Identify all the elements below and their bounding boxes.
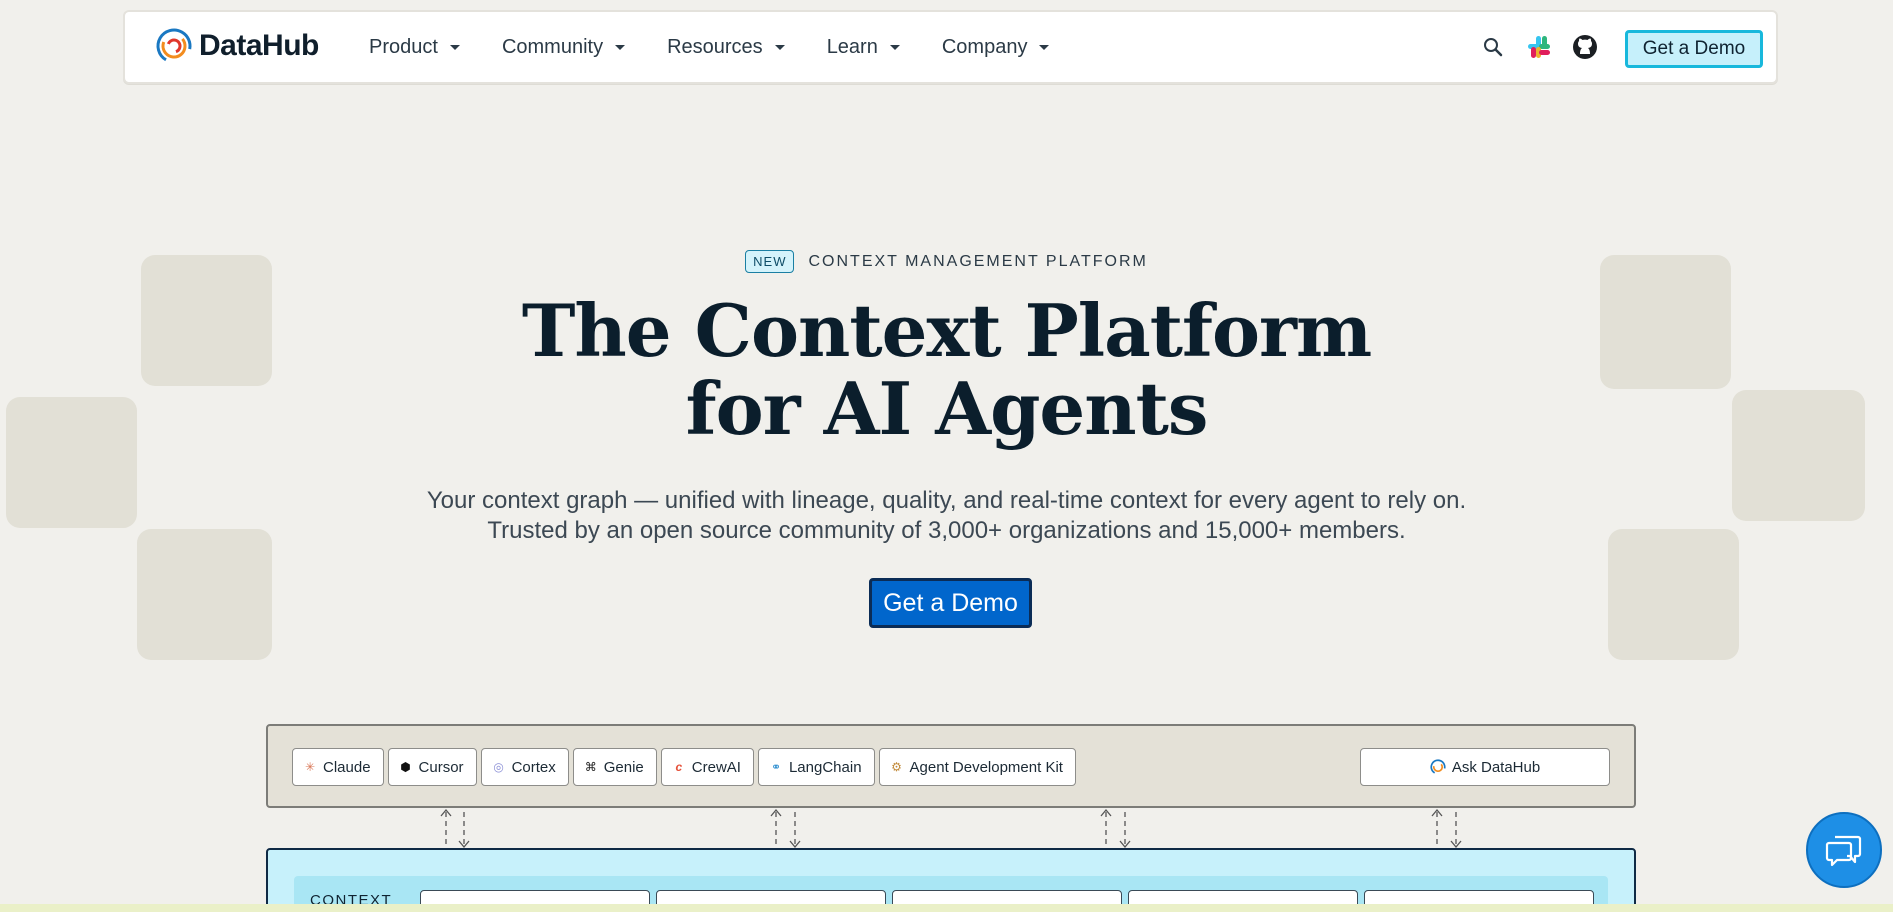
headline-line-2: for AI Agents xyxy=(685,366,1209,451)
hero-eyebrow: NEW CONTEXT MANAGEMENT PLATFORM xyxy=(0,250,1893,273)
search-icon[interactable] xyxy=(1480,34,1506,60)
menu-resources[interactable]: Resources xyxy=(667,36,785,59)
claude-icon: ✳ xyxy=(304,760,316,774)
agent-chip-list: ✳ Claude ⬢ Cursor ◎ Cortex ⌘ Genie c Cre… xyxy=(292,748,1076,786)
headline-line-1: The Context Platform xyxy=(521,288,1372,373)
menu-label: Resources xyxy=(667,35,763,58)
cursor-icon: ⬢ xyxy=(400,760,411,774)
subtitle-line-1: Your context graph — unified with lineag… xyxy=(426,487,1467,514)
chat-icon xyxy=(1825,835,1862,867)
agent-chip-label: CrewAI xyxy=(691,758,741,776)
ask-datahub-chip[interactable]: Ask DataHub xyxy=(1360,748,1610,786)
slack-icon[interactable] xyxy=(1526,34,1552,60)
agent-chip-label: Agent Development Kit xyxy=(909,758,1063,776)
agent-chip-label: Cortex xyxy=(511,758,556,776)
github-icon[interactable] xyxy=(1572,34,1598,60)
connector-arrows xyxy=(440,808,1462,850)
context-layer: CONTEXT xyxy=(266,848,1636,912)
menu-company[interactable]: Company xyxy=(942,36,1050,59)
caret-down-icon xyxy=(889,44,900,50)
agent-chip-crewai[interactable]: c CrewAI xyxy=(660,748,754,786)
agent-chip-cursor[interactable]: ⬢ Cursor xyxy=(387,748,477,786)
menu-label: Learn xyxy=(826,35,878,58)
agent-chip-label: Cursor xyxy=(418,758,464,776)
adk-icon: ⚙ xyxy=(891,760,902,774)
hero-get-demo-button[interactable]: Get a Demo xyxy=(869,578,1032,628)
agent-chip-label: Claude xyxy=(323,758,371,776)
new-badge: NEW xyxy=(745,250,795,273)
crewai-icon: c xyxy=(675,760,683,774)
hero-headline: The Context Platform for AI Agents xyxy=(0,292,1893,448)
chat-widget-button[interactable] xyxy=(1806,812,1882,888)
nav-get-demo-button[interactable]: Get a Demo xyxy=(1625,30,1763,68)
agent-chip-label: Genie xyxy=(603,758,644,776)
caret-down-icon xyxy=(774,44,785,50)
nav-icon-group xyxy=(1480,34,1598,60)
agent-chip-genie[interactable]: ⌘ Genie xyxy=(572,748,657,786)
top-navigation: DataHub Product Community Resources Lear… xyxy=(123,10,1778,84)
agent-chip-label: LangChain xyxy=(788,758,862,776)
caret-down-icon xyxy=(449,44,460,50)
menu-label: Company xyxy=(941,35,1028,58)
menu-product[interactable]: Product xyxy=(369,36,460,59)
decor-block xyxy=(137,529,272,660)
cortex-icon: ◎ xyxy=(493,760,504,774)
caret-down-icon xyxy=(1039,44,1050,50)
hero-subtitle: Your context graph — unified with lineag… xyxy=(0,486,1893,546)
menu-label: Product xyxy=(369,35,438,58)
decor-block xyxy=(1608,529,1739,660)
bottom-banner-edge xyxy=(0,904,1893,912)
brand-name: DataHub xyxy=(199,29,319,62)
caret-down-icon xyxy=(615,44,626,50)
langchain-icon: ⚭ xyxy=(770,760,781,774)
datahub-logo[interactable]: DataHub xyxy=(155,27,319,65)
agents-bar: ✳ Claude ⬢ Cursor ◎ Cortex ⌘ Genie c Cre… xyxy=(266,724,1636,808)
agent-chip-adk[interactable]: ⚙ Agent Development Kit xyxy=(878,748,1076,786)
agent-chip-cortex[interactable]: ◎ Cortex xyxy=(480,748,569,786)
eyebrow-text: CONTEXT MANAGEMENT PLATFORM xyxy=(808,252,1148,270)
main-menu: Product Community Resources Learn Compan… xyxy=(369,12,1091,82)
menu-learn[interactable]: Learn xyxy=(827,36,900,59)
agent-chip-langchain[interactable]: ⚭ LangChain xyxy=(757,748,875,786)
genie-icon: ⌘ xyxy=(584,760,597,774)
menu-community[interactable]: Community xyxy=(501,35,626,59)
datahub-logo-icon xyxy=(1430,759,1446,775)
subtitle-line-2: Trusted by an open source community of 3… xyxy=(487,517,1406,544)
agent-chip-claude[interactable]: ✳ Claude xyxy=(292,748,384,786)
ask-datahub-label: Ask DataHub xyxy=(1451,758,1541,776)
menu-label: Community xyxy=(501,35,604,58)
datahub-logo-icon xyxy=(156,28,192,64)
